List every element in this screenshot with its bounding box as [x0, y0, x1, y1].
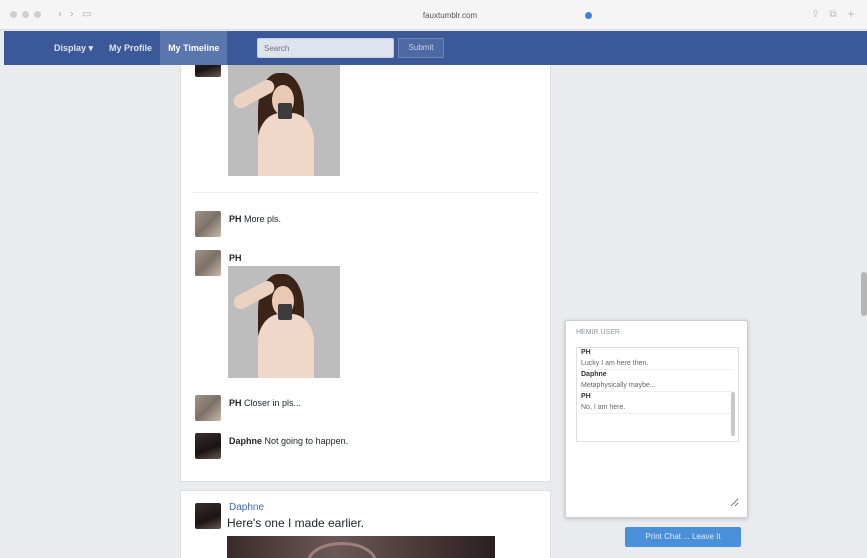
- chat-text: No, I am here.: [581, 402, 734, 414]
- tabs-icon[interactable]: ⧉: [829, 9, 836, 20]
- chat-log[interactable]: PH Lucky I am here then. Daphne Metaphys…: [576, 347, 739, 442]
- post-card: Daphne Here's one I made earlier.: [180, 490, 551, 558]
- url-text: fauxtumblr.com: [422, 11, 478, 20]
- address-bar[interactable]: fauxtumblr.com: [300, 8, 600, 23]
- chat-message: Daphne Not going to happen.: [229, 436, 348, 446]
- chat-log-entry: PH No, I am here.: [577, 392, 738, 414]
- chat-scroll-thumb[interactable]: [731, 392, 735, 436]
- search-input[interactable]: [257, 38, 394, 58]
- maximize-window-icon[interactable]: [34, 11, 41, 18]
- avatar[interactable]: [195, 503, 221, 529]
- post-image[interactable]: [227, 536, 495, 558]
- forward-arrow-icon[interactable]: ›: [70, 9, 74, 20]
- browser-actions: ⇪ ⧉ +: [811, 9, 855, 20]
- chat-message: PH More pls.: [229, 214, 281, 224]
- chat-log-entry: Daphne Metaphysically maybe...: [577, 370, 738, 392]
- minimize-window-icon[interactable]: [22, 11, 29, 18]
- chat-author: PH: [581, 349, 591, 356]
- shared-image[interactable]: [228, 65, 340, 176]
- window-controls[interactable]: [10, 11, 41, 18]
- message-author: Daphne: [229, 436, 263, 446]
- shared-image[interactable]: [228, 266, 340, 378]
- avatar[interactable]: [195, 395, 221, 421]
- browser-chrome: ‹ › ▭ fauxtumblr.com ⇪ ⧉ +: [0, 0, 867, 30]
- chat-header: HEMIR USER: [576, 329, 620, 336]
- chat-input[interactable]: [576, 451, 739, 507]
- chat-message: PH Closer in pls...: [229, 398, 301, 408]
- print-chat-button[interactable]: Print Chat ... Leave It: [625, 527, 741, 547]
- browser-nav: ‹ › ▭: [58, 9, 91, 20]
- nav-item-display[interactable]: Display ▾: [46, 31, 101, 65]
- back-arrow-icon[interactable]: ‹: [58, 9, 62, 20]
- site-navbar: Display ▾ My Profile My Timeline Submit: [4, 31, 867, 65]
- timeline-card: PH More pls. PH PH Closer in pls... Daph…: [180, 65, 551, 482]
- message-author: PH: [229, 253, 242, 263]
- post-text: Here's one I made earlier.: [227, 516, 365, 530]
- avatar[interactable]: [195, 211, 221, 237]
- message-author: PH: [229, 398, 242, 408]
- message-text: Not going to happen.: [264, 436, 349, 446]
- chat-message: PH: [229, 253, 242, 263]
- chat-scrollbar[interactable]: [731, 350, 736, 439]
- post-author[interactable]: Daphne: [229, 502, 264, 513]
- divider: [193, 192, 538, 193]
- nav-item-my-profile[interactable]: My Profile: [101, 31, 160, 65]
- message-text: Closer in pls...: [244, 398, 302, 408]
- page-scrollbar[interactable]: [861, 272, 867, 316]
- search-submit-button[interactable]: Submit: [398, 38, 444, 58]
- share-icon[interactable]: ⇪: [811, 9, 819, 20]
- avatar[interactable]: [195, 65, 221, 77]
- close-window-icon[interactable]: [10, 11, 17, 18]
- message-text: More pls.: [244, 214, 282, 224]
- chat-text: Lucky I am here then.: [581, 358, 734, 370]
- nav-links: Display ▾ My Profile My Timeline: [46, 31, 228, 65]
- message-author: PH: [229, 214, 242, 224]
- security-icon: [585, 12, 592, 19]
- nav-item-my-timeline[interactable]: My Timeline: [160, 31, 228, 65]
- sidebar-icon[interactable]: ▭: [82, 9, 91, 20]
- chat-log-entry: PH Lucky I am here then.: [577, 348, 738, 370]
- chat-window: HEMIR USER PH Lucky I am here then. Daph…: [565, 320, 748, 518]
- avatar[interactable]: [195, 250, 221, 276]
- chat-text: Metaphysically maybe...: [581, 380, 734, 392]
- avatar[interactable]: [195, 433, 221, 459]
- add-tab-icon[interactable]: +: [847, 9, 855, 20]
- chat-author: PH: [581, 393, 591, 400]
- chat-author: Daphne: [581, 371, 607, 378]
